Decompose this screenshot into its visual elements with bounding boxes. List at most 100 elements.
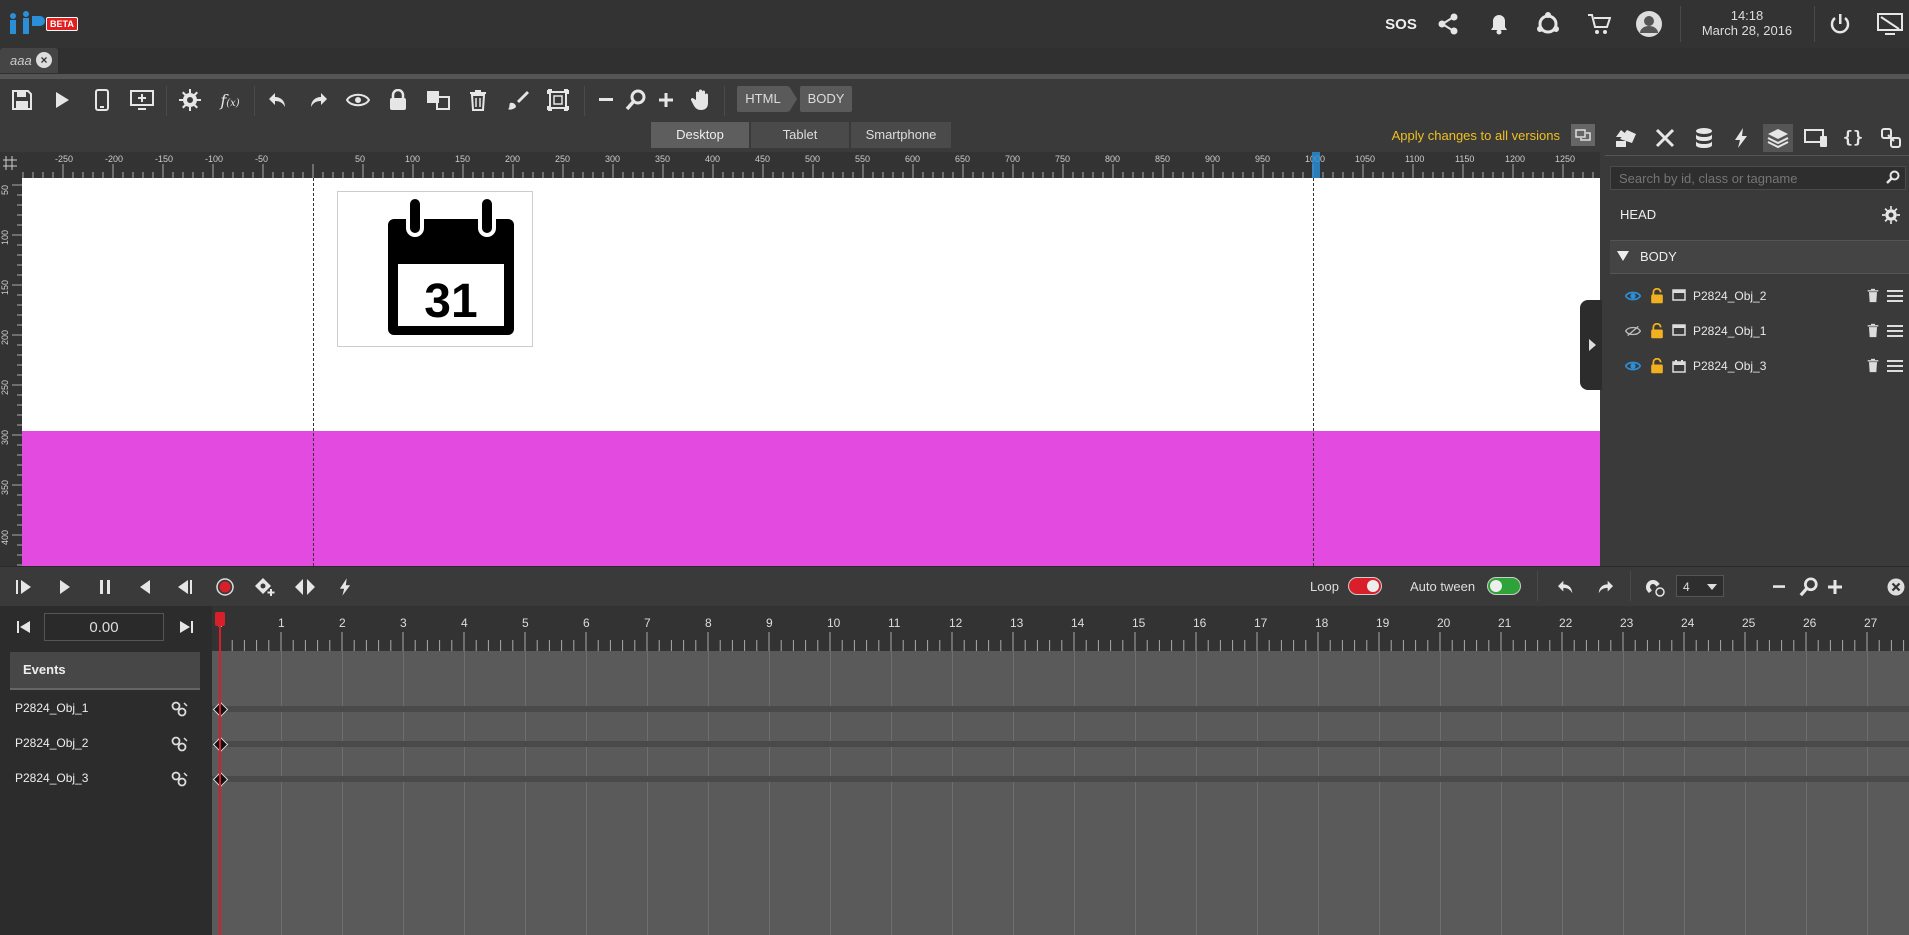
undo-button[interactable] — [264, 86, 292, 114]
layer-name[interactable]: P2824_Obj_1 — [1693, 324, 1766, 338]
panel-tab-events[interactable] — [1726, 124, 1756, 152]
zoom-in-button[interactable] — [652, 86, 680, 114]
track-link-icon[interactable] — [170, 771, 188, 787]
head-row[interactable]: HEAD — [1610, 204, 1909, 226]
magenta-band-element[interactable] — [22, 431, 1600, 566]
panel-collapse-handle[interactable] — [1580, 300, 1602, 390]
sos-button[interactable]: SOS — [1384, 10, 1418, 38]
preview-button[interactable] — [48, 86, 76, 114]
drag-handle-icon[interactable] — [1887, 290, 1903, 302]
delete-button[interactable] — [464, 86, 492, 114]
snap-button[interactable] — [1641, 574, 1667, 600]
unlock-icon[interactable] — [1650, 358, 1664, 374]
ruler-marker[interactable] — [1312, 152, 1320, 178]
eye-off-icon[interactable] — [1625, 325, 1641, 337]
timeline-reverse-button[interactable] — [132, 574, 158, 600]
apply-toggle-button[interactable] — [1571, 124, 1595, 146]
timeline-step-back-button[interactable] — [172, 574, 198, 600]
drag-handle-icon[interactable] — [1887, 360, 1903, 372]
timeline-ruler[interactable]: 0123456789101112131415161718192021222324… — [212, 606, 1909, 651]
sync-button[interactable] — [1534, 10, 1562, 38]
settings-button[interactable] — [176, 86, 204, 114]
timeline-zoom-in-button[interactable] — [1822, 574, 1848, 600]
close-tab-icon[interactable]: × — [36, 52, 52, 68]
unlock-icon[interactable] — [1650, 323, 1664, 339]
trash-icon[interactable] — [1867, 358, 1879, 373]
add-keyframe-button[interactable] — [252, 574, 278, 600]
track-link-icon[interactable] — [170, 701, 188, 717]
add-screen-button[interactable] — [128, 86, 156, 114]
fullscreen-button[interactable] — [1876, 10, 1904, 38]
timeline-record-button[interactable] — [212, 574, 238, 600]
timeline-track[interactable] — [212, 741, 1909, 747]
current-time-input[interactable]: 0.00 — [44, 613, 164, 641]
design-canvas[interactable]: 31 — [22, 178, 1600, 566]
panel-tab-code[interactable]: {} — [1838, 124, 1868, 152]
layer-row[interactable]: P2824_Obj_2 — [1610, 280, 1909, 312]
unlock-icon[interactable] — [1650, 288, 1664, 304]
body-row[interactable]: BODY — [1610, 240, 1909, 274]
panel-tab-database[interactable] — [1689, 124, 1719, 152]
layer-name[interactable]: P2824_Obj_3 — [1693, 359, 1766, 373]
zoom-out-button[interactable] — [592, 86, 620, 114]
close-timeline-button[interactable] — [1883, 574, 1909, 600]
cart-button[interactable] — [1585, 10, 1613, 38]
collapse-triangle-icon[interactable] — [1617, 251, 1629, 261]
breadcrumb-body[interactable]: BODY — [800, 86, 852, 112]
replace-button[interactable] — [424, 86, 452, 114]
apply-changes-label[interactable]: Apply changes to all versions — [1360, 128, 1560, 143]
app-logo[interactable]: BETA — [6, 8, 78, 38]
drag-handle-icon[interactable] — [1887, 325, 1903, 337]
function-button[interactable]: f(x) — [216, 86, 244, 114]
right-guide[interactable] — [1313, 178, 1314, 566]
timeline-step-start-button[interactable] — [11, 574, 37, 600]
timeline-grid[interactable] — [212, 651, 1909, 935]
horizontal-ruler[interactable]: -250 -200 -150 -100 -50 50 100 150 200 250 300 350 4… — [22, 152, 1600, 178]
timeline-track-label-row[interactable]: P2824_Obj_3 — [0, 762, 200, 796]
timeline-undo-button[interactable] — [1553, 574, 1579, 600]
left-guide[interactable] — [313, 178, 314, 566]
panel-tab-links[interactable] — [1876, 124, 1906, 152]
trash-icon[interactable] — [1867, 323, 1879, 338]
events-tab[interactable]: Events — [10, 652, 200, 690]
eye-icon[interactable] — [1625, 290, 1641, 302]
layer-name[interactable]: P2824_Obj_2 — [1693, 289, 1766, 303]
timeline-zoom-out-button[interactable] — [1766, 574, 1792, 600]
playhead-handle[interactable] — [215, 612, 225, 626]
timeline-track[interactable] — [212, 706, 1909, 712]
share-button[interactable] — [1434, 10, 1462, 38]
timeline-pause-button[interactable] — [92, 574, 118, 600]
mobile-preview-button[interactable] — [88, 86, 116, 114]
calendar-element[interactable]: 31 — [337, 191, 533, 347]
keyframe-nav-button[interactable] — [292, 574, 318, 600]
lock-button[interactable] — [384, 86, 412, 114]
device-smartphone-tab[interactable]: Smartphone — [851, 122, 951, 148]
loop-toggle[interactable] — [1348, 577, 1382, 595]
save-button[interactable] — [8, 86, 36, 114]
frame-button[interactable] — [544, 86, 572, 114]
power-button[interactable] — [1826, 10, 1854, 38]
trash-icon[interactable] — [1867, 288, 1879, 303]
panel-tab-devices[interactable] — [1801, 124, 1831, 152]
timeline-go-start-button[interactable] — [16, 620, 32, 634]
timeline-event-button[interactable] — [332, 574, 358, 600]
device-tablet-tab[interactable]: Tablet — [751, 122, 849, 148]
ruler-corner[interactable] — [0, 152, 22, 178]
timeline-track-label-row[interactable]: P2824_Obj_2 — [0, 727, 200, 761]
brush-button[interactable] — [504, 86, 532, 114]
document-tab[interactable]: aaa × — [0, 48, 58, 73]
layer-row[interactable]: P2824_Obj_3 — [1610, 350, 1909, 382]
timeline-go-end-button[interactable] — [178, 620, 194, 634]
layer-row[interactable]: P2824_Obj_1 — [1610, 315, 1909, 347]
redo-button[interactable] — [304, 86, 332, 114]
eye-icon[interactable] — [1625, 360, 1641, 372]
track-link-icon[interactable] — [170, 736, 188, 752]
panel-tab-tools[interactable] — [1650, 124, 1680, 152]
pan-button[interactable] — [687, 86, 715, 114]
playhead[interactable] — [219, 612, 221, 935]
visibility-button[interactable] — [344, 86, 372, 114]
user-avatar[interactable] — [1635, 10, 1663, 38]
panel-tab-widgets[interactable] — [1611, 124, 1641, 152]
zoom-button[interactable] — [622, 86, 650, 114]
search-icon[interactable] — [1886, 170, 1900, 184]
